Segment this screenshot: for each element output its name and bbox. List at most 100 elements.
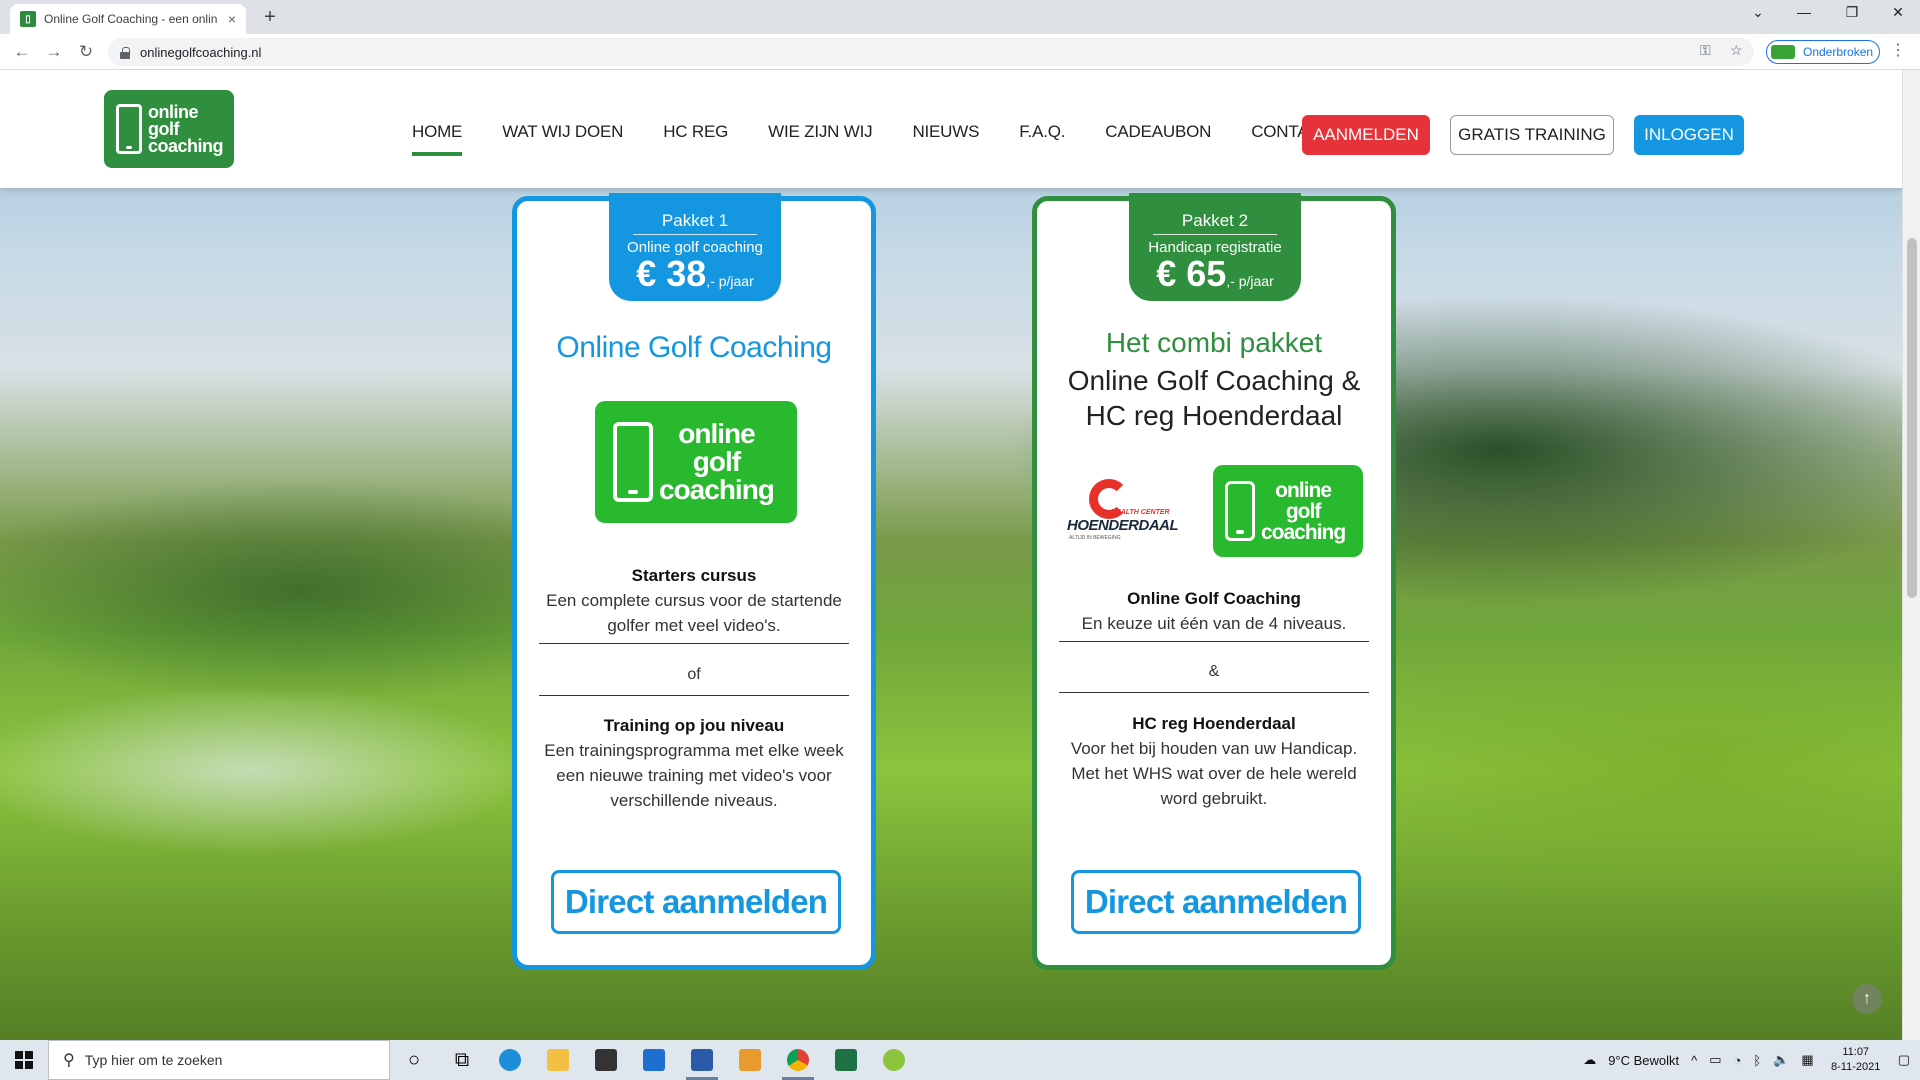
handicap-block: HC reg Hoenderdaal Voor het bij houden v… [1057, 711, 1371, 811]
card-title: Het combi pakket [1105, 327, 1323, 358]
training-level-block: Training op jou niveau Een trainingsprog… [537, 713, 851, 813]
back-arrow-icon[interactable]: ← [10, 40, 34, 64]
weather-cloud-icon[interactable]: ☁ [1583, 1052, 1596, 1068]
keyboard-icon[interactable]: ▦ [1801, 1052, 1813, 1068]
logo-line-3: coaching [1261, 520, 1346, 544]
package-label: Pakket 1 [633, 211, 757, 235]
package-price: € 38,- p/jaar [636, 253, 754, 294]
hoenderdaal-logo: HEALTH CENTER HOENDERDAAL ALTIJD IN BEWE… [1067, 479, 1187, 545]
speaker-icon[interactable]: 🔈 [1773, 1052, 1789, 1068]
site-header: online golf coaching HOME WAT WIJ DOEN H… [0, 70, 1920, 188]
app-icon[interactable] [870, 1040, 918, 1080]
free-training-button[interactable]: GRATIS TRAINING [1450, 115, 1614, 155]
price-tab: Pakket 1 Online golf coaching € 38,- p/j… [609, 193, 781, 301]
edge-icon[interactable] [486, 1040, 534, 1080]
golf-course-background [0, 70, 1920, 1040]
reload-icon[interactable]: ↻ [74, 40, 98, 64]
word-icon[interactable] [678, 1040, 726, 1080]
block-title: Training op jou niveau [603, 716, 785, 735]
online-golf-coaching-logo: online golf coaching [1213, 465, 1363, 557]
logo-line-2: golf [148, 118, 180, 139]
divider [539, 695, 849, 696]
phone-golfer-icon [613, 422, 653, 502]
package-card-2: Pakket 2 Handicap registratie € 65,- p/j… [1032, 193, 1396, 970]
start-button[interactable] [0, 1040, 48, 1080]
browser-tab[interactable]: ▯ Online Golf Coaching - een onlin × [10, 4, 246, 34]
windows-taskbar: ⚲ Typ hier om te zoeken ○ ⧉ ☁ 9°C Bewolk… [0, 1040, 1920, 1080]
nav-wie-zijn-wij[interactable]: WIE ZIJN WIJ [768, 122, 873, 142]
profile-button[interactable]: Onderbroken [1766, 40, 1880, 64]
direct-register-button[interactable]: Direct aanmelden [551, 870, 841, 934]
taskbar-search[interactable]: ⚲ Typ hier om te zoeken [48, 1040, 390, 1080]
nav-hc-reg[interactable]: HC REG [663, 122, 728, 142]
minimize-button[interactable]: — [1784, 4, 1824, 20]
nav-wat-wij-doen[interactable]: WAT WIJ DOEN [502, 122, 623, 142]
new-tab-button[interactable]: + [258, 6, 282, 29]
outlook-icon[interactable] [726, 1040, 774, 1080]
tray-chevron-icon[interactable]: ^ [1691, 1053, 1697, 1068]
price-unit: ,- p/jaar [706, 273, 754, 289]
scroll-to-top-icon[interactable]: ↑ [1852, 984, 1882, 1014]
price-tab: Pakket 2 Handicap registratie € 65,- p/j… [1129, 193, 1301, 301]
search-placeholder: Typ hier om te zoeken [84, 1052, 223, 1068]
logo-line-3: coaching [659, 474, 775, 505]
tab-close-icon[interactable]: × [228, 11, 236, 27]
search-icon: ⚲ [63, 1052, 75, 1069]
network-icon[interactable]: ◔ [1734, 1053, 1742, 1068]
lock-icon[interactable] [120, 46, 130, 59]
excel-icon[interactable] [822, 1040, 870, 1080]
block-text: Voor het bij houden van uw Handicap. Met… [1070, 739, 1358, 808]
url-text[interactable]: onlinegolfcoaching.nl [140, 45, 261, 60]
divider [1059, 692, 1369, 693]
task-view-icon[interactable]: ⧉ [438, 1040, 486, 1080]
block-text: Een trainingsprogramma met elke week een… [544, 741, 844, 810]
profile-avatar [1771, 45, 1795, 59]
login-button[interactable]: INLOGGEN [1634, 115, 1744, 155]
address-bar[interactable]: onlinegolfcoaching.nl [108, 38, 1754, 66]
menu-kebab-icon[interactable]: ⋮ [1888, 40, 1908, 60]
store-icon[interactable] [582, 1040, 630, 1080]
date: 8-11-2021 [1831, 1061, 1881, 1073]
chrome-icon[interactable] [774, 1040, 822, 1080]
separator-text: of [687, 666, 701, 683]
main-nav: HOME WAT WIJ DOEN HC REG WIE ZIJN WIJ NI… [412, 122, 1371, 156]
restore-button[interactable]: ❐ [1832, 4, 1872, 21]
forward-arrow-icon[interactable]: → [42, 40, 66, 64]
divider [539, 643, 849, 644]
web-page: online golf coaching HOME WAT WIJ DOEN H… [0, 70, 1920, 1040]
nav-nieuws[interactable]: NIEUWS [912, 122, 979, 142]
time: 11:07 [1842, 1046, 1870, 1058]
direct-register-button[interactable]: Direct aanmelden [1071, 870, 1361, 934]
nav-faq[interactable]: F.A.Q. [1019, 122, 1065, 142]
phone-golfer-icon [1225, 481, 1255, 541]
logo-line-1: online [1275, 478, 1332, 502]
bookmark-star-icon[interactable]: ☆ [1730, 42, 1743, 59]
close-window-button[interactable]: ✕ [1878, 4, 1918, 21]
tab-search-icon[interactable]: ⌄ [1738, 4, 1778, 21]
notifications-icon[interactable]: ▢ [1898, 1052, 1910, 1068]
browser-tab-strip: ▯ Online Golf Coaching - een onlin × + ⌄… [0, 0, 1920, 34]
card-title: Online Golf Coaching [556, 331, 832, 364]
key-icon[interactable]: ⚿ [1700, 42, 1711, 59]
register-button[interactable]: AANMELDEN [1302, 115, 1430, 155]
bluetooth-icon[interactable]: ᛒ [1753, 1053, 1761, 1068]
page-scrollbar[interactable] [1902, 70, 1920, 1040]
block-text: En keuze uit één van de 4 niveaus. [1081, 614, 1347, 633]
nav-home[interactable]: HOME [412, 122, 463, 156]
battery-icon[interactable]: ▭ [1709, 1052, 1721, 1068]
nav-cadeaubon[interactable]: CADEAUBON [1105, 122, 1211, 142]
browser-toolbar: ← → ↻ onlinegolfcoaching.nl ⚿ ☆ Onderbro… [0, 34, 1920, 70]
mail-icon[interactable] [630, 1040, 678, 1080]
weather-text[interactable]: 9°C Bewolkt [1608, 1053, 1679, 1068]
site-logo[interactable]: online golf coaching [104, 90, 234, 168]
windows-logo-icon [15, 1051, 33, 1069]
site-favicon-icon: ▯ [20, 11, 36, 27]
clock[interactable]: 11:07 8-11-2021 [1820, 1045, 1892, 1075]
scrollbar-thumb[interactable] [1907, 238, 1917, 598]
price-unit: ,- p/jaar [1226, 273, 1274, 289]
cortana-icon[interactable]: ○ [390, 1040, 438, 1080]
file-explorer-icon[interactable] [534, 1040, 582, 1080]
phone-golfer-icon [116, 104, 142, 154]
logo-line-3: coaching [148, 135, 224, 156]
block-title: Starters cursus [631, 566, 757, 585]
